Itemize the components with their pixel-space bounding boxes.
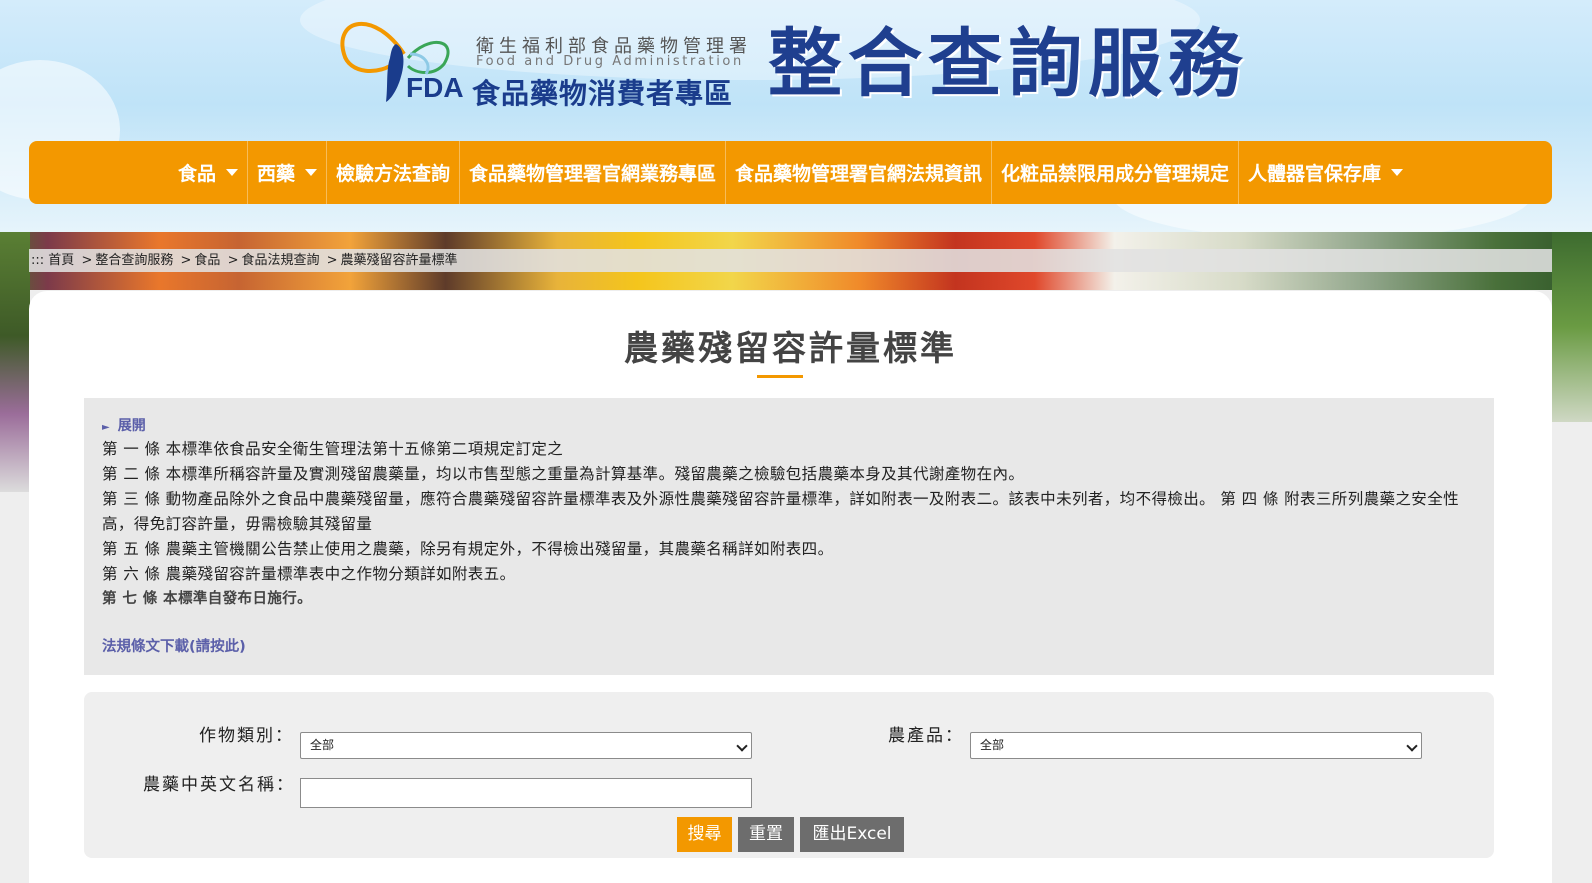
- nav-item-food[interactable]: 食品: [169, 141, 248, 204]
- crop-category-value: 全部: [310, 738, 335, 752]
- nav-item-label: 檢驗方法查詢: [335, 163, 450, 185]
- site-title: 整合查詢服務: [768, 21, 1248, 107]
- breadcrumb-item-food[interactable]: 食品: [194, 253, 220, 268]
- fda-logo[interactable]: 衛生福利部食品藥物管理署 Food and Drug Administratio…: [334, 14, 764, 110]
- agency-name-en: Food and Drug Administration: [476, 54, 744, 69]
- nav-item-test-methods[interactable]: 檢驗方法查詢: [327, 141, 460, 204]
- rule-article-5: 第 五 條 農藥主管機關公告禁止使用之農藥，除另有規定外，不得檢出殘留量，其農藥…: [102, 540, 834, 558]
- nav-item-label: 食品: [177, 163, 216, 185]
- breadcrumb-item-integrated-search[interactable]: 整合查詢服務: [95, 253, 173, 268]
- breadcrumb: ::: 首頁 > 整合查詢服務 > 食品 > 食品法規查詢 > 農藥殘留容許量標準: [29, 249, 1552, 272]
- caret-down-icon: [304, 169, 317, 176]
- breadcrumb-item-food-regulations[interactable]: 食品法規查詢: [241, 253, 319, 268]
- product-label: 農產品：: [888, 726, 964, 746]
- expand-label: 展開: [117, 418, 146, 434]
- vegetable-decoration-right: [1552, 232, 1592, 422]
- nav-item-fda-regulations[interactable]: 食品藥物管理署官網法規資訊: [726, 141, 993, 204]
- nav-item-cosmetics-rules[interactable]: 化粧品禁限用成分管理規定: [992, 141, 1240, 204]
- main-nav: 食品 西藥 檢驗方法查詢 食品藥物管理署官網業務專區 食品藥物管理署官網法規資訊…: [29, 141, 1552, 204]
- nav-item-organ-bank[interactable]: 人體器官保存庫: [1239, 141, 1412, 204]
- search-button[interactable]: 搜尋: [677, 817, 732, 852]
- breadcrumb-item-home[interactable]: 首頁: [48, 253, 74, 268]
- breadcrumb-separator: >: [180, 253, 192, 268]
- regulation-download-link[interactable]: 法規條文下載(請按此): [102, 635, 246, 656]
- breadcrumb-separator: >: [81, 253, 93, 268]
- crop-category-label: 作物類別：: [199, 726, 294, 746]
- rule-article-3-4: 第 三 條 動物產品除外之食品中農藥殘留量，應符合農藥殘留容許量標準表及外源性農…: [102, 490, 1459, 533]
- breadcrumb-separator: >: [227, 253, 239, 268]
- pesticide-name-input[interactable]: [300, 778, 752, 808]
- fda-mark: FDA: [406, 72, 464, 103]
- rules-panel: ► 展開 第 一 條 本標準依食品安全衛生管理法第十五條第二項規定訂定之 第 二 …: [84, 398, 1494, 675]
- crop-category-select[interactable]: 全部: [300, 732, 752, 759]
- breadcrumb-prefix: :::: [31, 253, 45, 268]
- chevron-down-icon: [736, 740, 748, 752]
- rule-article-2: 第 二 條 本標準所稱容許量及實測殘留農藥量，均以市售型態之重量為計算基準。殘留…: [102, 465, 1025, 483]
- export-excel-button[interactable]: 匯出Excel: [800, 817, 904, 852]
- nav-item-fda-business[interactable]: 食品藥物管理署官網業務專區: [460, 141, 726, 204]
- caret-down-icon: [225, 169, 238, 176]
- title-underline: [757, 375, 803, 378]
- vegetable-decoration-left: [0, 232, 30, 492]
- product-select[interactable]: 全部: [970, 732, 1422, 759]
- pesticide-name-label: 農藥中英文名稱：: [143, 775, 295, 795]
- chevron-down-icon: [1406, 740, 1418, 752]
- nav-item-western-medicine[interactable]: 西藥: [248, 141, 327, 204]
- nav-item-label: 食品藥物管理署官網業務專區: [468, 163, 716, 185]
- nav-item-label: 食品藥物管理署官網法規資訊: [735, 163, 983, 185]
- nav-item-label: 人體器官保存庫: [1248, 163, 1382, 185]
- product-value: 全部: [980, 738, 1005, 752]
- expand-toggle[interactable]: ► 展開: [102, 415, 1476, 437]
- breadcrumb-item-current: 農藥殘留容許量標準: [340, 253, 458, 268]
- page-title: 農藥殘留容許量標準: [624, 329, 957, 369]
- breadcrumb-separator: >: [326, 253, 338, 268]
- caret-down-icon: [1391, 169, 1404, 176]
- reset-button[interactable]: 重置: [738, 817, 794, 852]
- nav-item-label: 西藥: [256, 163, 295, 185]
- rule-article-7: 第 七 條 本標準自發布日施行。: [102, 591, 313, 607]
- nav-item-label: 化粧品禁限用成分管理規定: [1001, 163, 1230, 185]
- rule-article-6: 第 六 條 農藥殘留容許量標準表中之作物分類詳如附表五。: [102, 565, 516, 583]
- triangle-right-icon: ►: [102, 422, 110, 433]
- zone-name: 食品藥物消費者專區: [472, 77, 734, 110]
- rule-article-1: 第 一 條 本標準依食品安全衛生管理法第十五條第二項規定訂定之: [102, 440, 564, 458]
